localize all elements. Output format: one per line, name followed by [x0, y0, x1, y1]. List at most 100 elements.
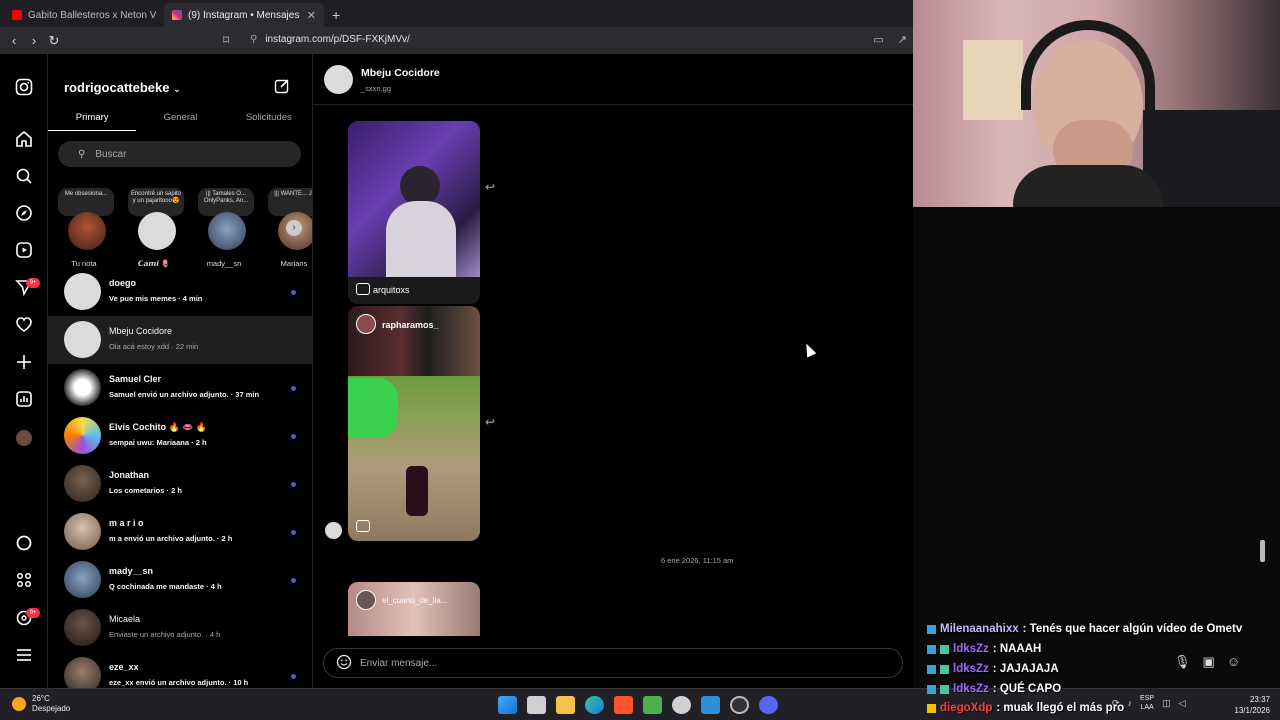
- reply-icon[interactable]: ↩: [485, 180, 495, 194]
- reel-author: rapharamos_: [382, 320, 439, 330]
- compose-icon[interactable]: [274, 78, 290, 98]
- file-explorer-icon[interactable]: [556, 696, 575, 714]
- close-icon[interactable]: ✕: [307, 9, 316, 22]
- notes-row: Me obsesiona... Tu nota Encontré un sapi…: [48, 188, 312, 270]
- minecraft-icon[interactable]: [643, 696, 662, 714]
- chat-username: diegoXdp: [940, 702, 993, 714]
- conversation-item[interactable]: Jonathan Los cometarios · 2 h: [48, 460, 312, 508]
- cast-icon[interactable]: ▭: [873, 33, 883, 46]
- start-icon[interactable]: [498, 696, 517, 714]
- chat-text: : Tenés que hacer algún vídeo de Ometv: [1022, 623, 1243, 635]
- task-view-icon[interactable]: [527, 696, 546, 714]
- stream-chat-message: ldksZz : NAAAH: [927, 643, 1041, 655]
- taskbar: 26°C Despejado diegoXdp : muak llegó el …: [0, 688, 1280, 720]
- inbox-tabs: Primary General Solicitudes: [48, 109, 312, 131]
- system-tray: ⟳ ♪ ESP LAA ◫ ◁: [1112, 694, 1186, 712]
- tab-requests[interactable]: Solicitudes: [225, 109, 312, 131]
- new-tab-button[interactable]: +: [324, 7, 348, 27]
- sender-avatar: [325, 522, 342, 539]
- tab-general[interactable]: General: [136, 109, 224, 131]
- shared-reel[interactable]: rapharamos_: [348, 306, 480, 541]
- mod-badge-icon: [940, 684, 949, 694]
- menu-icon[interactable]: [14, 646, 34, 666]
- url-field[interactable]: ⚲ instagram.com/p/DSF-FXKjMVv/: [250, 34, 410, 45]
- back-icon[interactable]: ‹: [4, 33, 24, 48]
- sticker-icon[interactable]: ☺: [1227, 654, 1240, 670]
- reply-icon[interactable]: ↩: [485, 415, 495, 429]
- explore-icon[interactable]: [14, 204, 34, 224]
- emoji-icon[interactable]: [336, 654, 352, 673]
- share-icon[interactable]: ↗: [898, 33, 907, 46]
- avatar: [138, 212, 176, 250]
- chat-username: Milenaanahixx: [940, 623, 1019, 635]
- stream-chat-area: [913, 207, 1280, 688]
- sun-icon: [12, 697, 26, 711]
- tab-instagram[interactable]: (9) Instagram • Mensajes ✕: [164, 3, 324, 27]
- chat-text: : QUÉ CAPO: [992, 683, 1062, 695]
- vscode-icon[interactable]: [701, 696, 720, 714]
- conversation-item[interactable]: m a r i o m a envió un archivo adjunto. …: [48, 508, 312, 556]
- dashboard-icon[interactable]: [14, 390, 34, 410]
- apps-icon[interactable]: [14, 571, 34, 591]
- tab-youtube[interactable]: Gabito Ballesteros x Neton Vega- Wi: [4, 3, 164, 27]
- instagram-logo-icon[interactable]: [14, 78, 34, 98]
- settings-icon[interactable]: [672, 696, 691, 714]
- conversation-item[interactable]: mady__sn Q cochinada me mandaste · 4 h: [48, 556, 312, 604]
- conversation-item[interactable]: eze_xx eze_xx envió un archivo adjunto. …: [48, 652, 312, 688]
- brave-icon[interactable]: [614, 696, 633, 714]
- threads-icon[interactable]: [14, 534, 34, 554]
- clock-time: 23:37: [1249, 695, 1270, 704]
- inbox-panel: rodrigocattebeke ⌄ Primary General Solic…: [48, 54, 313, 688]
- weather-widget[interactable]: 26°C Despejado: [12, 694, 70, 714]
- wifi-icon[interactable]: ◫: [1162, 698, 1171, 709]
- conversation-preview: Q cochinada me mandaste · 4 h: [109, 582, 222, 591]
- reels-icon[interactable]: [14, 241, 34, 261]
- scrollbar[interactable]: [1260, 540, 1265, 562]
- account-switcher[interactable]: rodrigocattebeke ⌄: [64, 80, 181, 95]
- avatar[interactable]: [324, 65, 353, 94]
- network-status-icon[interactable]: ⟳: [1112, 698, 1120, 709]
- avatar: [64, 369, 101, 406]
- forward-icon[interactable]: ›: [24, 33, 44, 48]
- reel-author: el_cuarto_de_lia...: [382, 596, 448, 605]
- mic-icon[interactable]: 🎙: [1174, 654, 1191, 670]
- mic-tray-icon[interactable]: ♪: [1128, 698, 1133, 708]
- heart-icon[interactable]: [14, 316, 34, 336]
- shared-reel[interactable]: el_cuarto_de_lia...: [348, 582, 480, 636]
- chevron-right-icon[interactable]: ›: [286, 220, 302, 236]
- conversation-item[interactable]: Micaela Enviaste un archivo adjunto. · 4…: [48, 604, 312, 652]
- chat-username: ldksZz: [953, 663, 989, 675]
- unread-dot: [291, 386, 296, 391]
- reload-icon[interactable]: ↻: [44, 33, 64, 49]
- stream-chat-message: ldksZz : JAJAJAJA: [927, 663, 1059, 675]
- language-indicator[interactable]: ESP LAA: [1140, 694, 1154, 712]
- conversation-item[interactable]: Mbeju Cocidore Ola acá estoy xdd · 22 mi…: [48, 316, 312, 364]
- conversation-item[interactable]: doego Ve pue mis memes · 4 min: [48, 268, 312, 316]
- profile-avatar[interactable]: [14, 428, 34, 448]
- sub-badge-icon: [927, 624, 936, 634]
- conversation-item[interactable]: Elvis Cochito 🔥 👄 🔥 sempai uwu: Mariaana…: [48, 412, 312, 460]
- chat-header[interactable]: Mbeju Cocidore _sxxn.gg: [313, 54, 913, 105]
- tab-primary[interactable]: Primary: [48, 109, 137, 131]
- note-name: 𝘾𝙖𝙢𝙞 🌷: [137, 259, 171, 268]
- create-icon[interactable]: [14, 353, 34, 373]
- shared-reel[interactable]: arquitoxs: [348, 121, 480, 304]
- sub-badge-icon: [927, 664, 936, 674]
- message-input[interactable]: Enviar mensaje...: [323, 648, 903, 678]
- avatar: [356, 314, 376, 334]
- bookmark-icon[interactable]: ⌑: [223, 33, 229, 47]
- discord-icon[interactable]: [759, 696, 778, 714]
- search-input[interactable]: ⚲ Buscar: [58, 141, 301, 167]
- search-icon[interactable]: [14, 167, 34, 187]
- conversation-item[interactable]: Samuel Cler Samuel envió un archivo adju…: [48, 364, 312, 412]
- clock[interactable]: 23:37 13/1/2026: [1222, 694, 1270, 716]
- volume-icon[interactable]: ◁: [1179, 698, 1186, 709]
- sub-badge-icon: [927, 684, 936, 694]
- site-info-icon[interactable]: ⚲: [250, 34, 257, 45]
- obs-icon[interactable]: [730, 696, 749, 714]
- home-icon[interactable]: [14, 130, 34, 150]
- reel-author: arquitoxs: [373, 285, 410, 295]
- edge-icon[interactable]: [585, 696, 604, 714]
- image-icon[interactable]: ▣: [1203, 654, 1215, 670]
- unread-dot: [291, 578, 296, 583]
